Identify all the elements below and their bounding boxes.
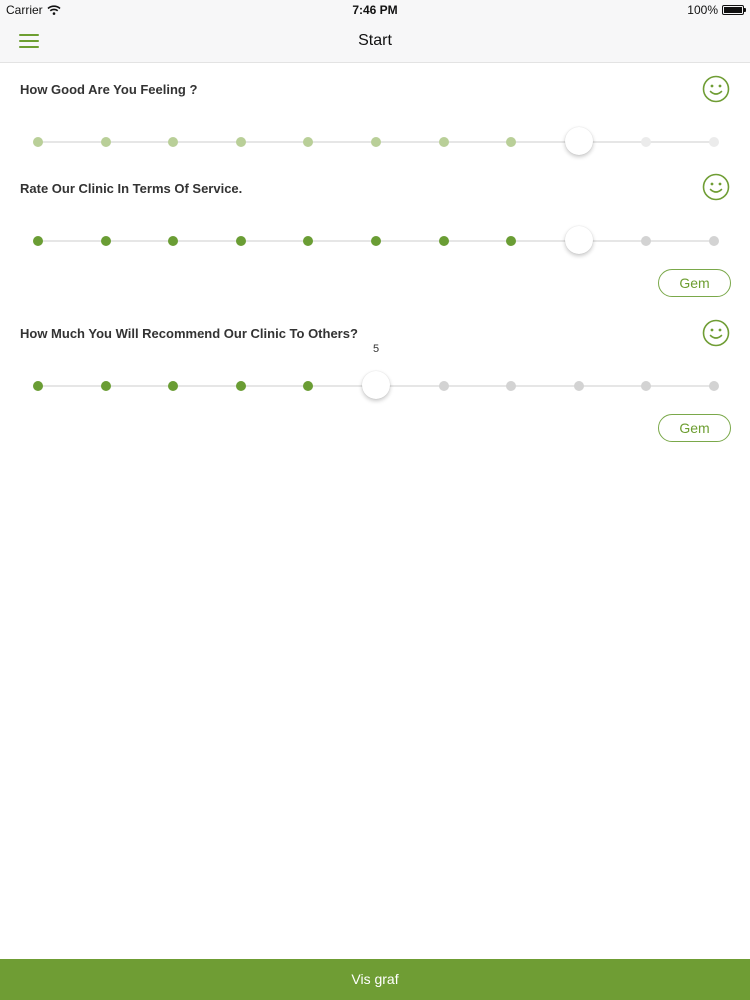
save-button-recommend[interactable]: Gem bbox=[658, 414, 731, 442]
slider-tick bbox=[371, 137, 381, 147]
slider-tick bbox=[709, 236, 719, 246]
slider-tick bbox=[438, 137, 449, 147]
slider-tick bbox=[438, 381, 449, 391]
slider-tick bbox=[506, 137, 517, 147]
status-bar: Carrier 7:46 PM 100% bbox=[0, 0, 750, 20]
status-time: 7:46 PM bbox=[352, 3, 398, 17]
slider-tick bbox=[100, 381, 111, 391]
question-label: How Good Are You Feeling ? bbox=[20, 82, 198, 97]
slider-tick bbox=[33, 137, 43, 147]
slider-tick bbox=[641, 381, 652, 391]
save-button-service[interactable]: Gem bbox=[658, 269, 731, 297]
slider-tick bbox=[641, 236, 652, 246]
smiley-icon bbox=[702, 75, 730, 103]
slider-tick bbox=[235, 236, 246, 246]
rating-slider-service[interactable] bbox=[33, 226, 719, 254]
slider-tick bbox=[168, 381, 179, 391]
slider-thumb[interactable] bbox=[564, 226, 593, 254]
slider-tick bbox=[303, 236, 314, 246]
rating-slider-recommend[interactable]: 5 bbox=[33, 343, 719, 399]
slider-tick bbox=[709, 381, 719, 391]
slider-tick bbox=[100, 236, 111, 246]
slider-tick bbox=[709, 137, 719, 147]
question-label: Rate Our Clinic In Terms Of Service. bbox=[20, 181, 243, 196]
battery-indicator: 100% bbox=[687, 3, 746, 17]
question-label: How Much You Will Recommend Our Clinic T… bbox=[20, 326, 358, 341]
smiley-icon bbox=[702, 173, 730, 201]
smiley-icon bbox=[702, 319, 730, 347]
show-graph-button[interactable]: Vis graf bbox=[0, 959, 750, 1000]
slider-tick bbox=[168, 236, 179, 246]
slider-tick bbox=[100, 137, 111, 147]
slider-tick bbox=[506, 236, 517, 246]
slider-tick bbox=[506, 381, 517, 391]
slider-tick bbox=[235, 381, 246, 391]
rating-slider-feeling[interactable] bbox=[33, 127, 719, 155]
slider-thumb[interactable] bbox=[564, 127, 593, 155]
slider-tick bbox=[371, 236, 381, 246]
slider-thumb[interactable] bbox=[362, 371, 390, 399]
slider-tick bbox=[303, 381, 314, 391]
slider-tick bbox=[303, 137, 314, 147]
slider-tick bbox=[33, 381, 43, 391]
slider-tick bbox=[641, 137, 652, 147]
slider-tick bbox=[573, 381, 584, 391]
slider-tick bbox=[33, 236, 43, 246]
battery-percent: 100% bbox=[687, 3, 718, 17]
slider-tick bbox=[168, 137, 179, 147]
page-title: Start bbox=[358, 32, 392, 49]
slider-value-label: 5 bbox=[372, 343, 380, 355]
slider-tick bbox=[235, 137, 246, 147]
navigation-bar: Start bbox=[0, 20, 750, 63]
slider-tick bbox=[438, 236, 449, 246]
battery-icon bbox=[722, 5, 746, 15]
